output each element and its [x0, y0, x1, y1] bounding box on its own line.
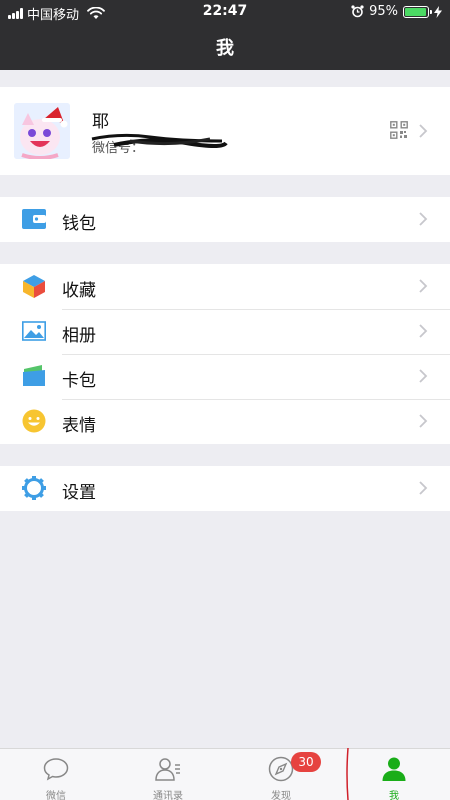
group-wallet: 钱包	[0, 197, 450, 242]
qrcode-icon[interactable]	[390, 121, 408, 139]
menu-item-label: 卡包	[62, 371, 96, 391]
discover-badge: 30	[291, 752, 321, 772]
menu-item-label: 相册	[62, 326, 96, 346]
menu-item-favorites[interactable]: 收藏	[0, 264, 450, 309]
chevron-right-icon	[419, 369, 428, 383]
menu-item-label: 表情	[62, 416, 96, 436]
wallet-icon	[22, 209, 46, 229]
menu-item-settings[interactable]: 设置	[0, 466, 450, 511]
menu-item-label: 收藏	[62, 281, 96, 301]
tab-discover[interactable]: 30 发现	[225, 749, 337, 800]
charging-icon	[434, 5, 442, 18]
chevron-right-icon	[419, 324, 428, 338]
tab-contacts[interactable]: 通讯录	[112, 749, 224, 800]
chevron-right-icon	[419, 481, 428, 495]
battery-fill	[405, 7, 426, 16]
menu-item-wallet[interactable]: 钱包	[0, 197, 450, 242]
chevron-right-icon	[419, 212, 428, 226]
menu-item-stickers[interactable]: 表情	[0, 399, 450, 444]
tab-me[interactable]: 我	[338, 749, 450, 800]
profile-card[interactable]: 耶 微信号：	[0, 87, 450, 175]
chevron-right-icon	[419, 279, 428, 293]
tab-label: 微信	[46, 791, 66, 800]
card-package-icon	[23, 365, 45, 386]
tab-label: 我	[389, 791, 399, 800]
contacts-icon	[155, 758, 180, 781]
profile-wechat-id: 微信号：	[92, 141, 145, 156]
battery-icon	[403, 5, 432, 18]
menu-item-label: 设置	[62, 483, 96, 503]
tab-label: 通讯录	[153, 791, 183, 800]
tab-label: 发现	[271, 791, 291, 800]
group-collections: 收藏 相册 卡包 表情	[0, 264, 450, 444]
menu-item-label: 钱包	[62, 214, 96, 234]
avatar[interactable]	[14, 103, 70, 159]
status-bar: 中国移动 22:47 95%	[0, 0, 450, 24]
top-bar: 中国移动 22:47 95% 我	[0, 0, 450, 70]
chevron-right-icon	[419, 124, 428, 138]
avatar-image	[14, 103, 70, 159]
chat-icon	[43, 758, 69, 781]
alarm-icon	[351, 5, 364, 18]
profile-nickname: 耶	[92, 112, 109, 132]
status-right: 95%	[351, 4, 442, 19]
menu-item-album[interactable]: 相册	[0, 309, 450, 354]
favorites-icon	[23, 275, 45, 298]
chevron-right-icon	[419, 414, 428, 428]
album-icon	[22, 321, 46, 341]
settings-icon	[22, 476, 46, 500]
menu-item-card-package[interactable]: 卡包	[0, 354, 450, 399]
sticker-icon	[22, 409, 46, 433]
page-title: 我	[216, 38, 234, 59]
tab-chats[interactable]: 微信	[0, 749, 112, 800]
group-settings: 设置	[0, 466, 450, 511]
battery-percent: 95%	[369, 4, 398, 19]
tab-bar: 微信 通讯录 30 发现 我	[0, 748, 450, 800]
me-icon	[382, 757, 406, 781]
